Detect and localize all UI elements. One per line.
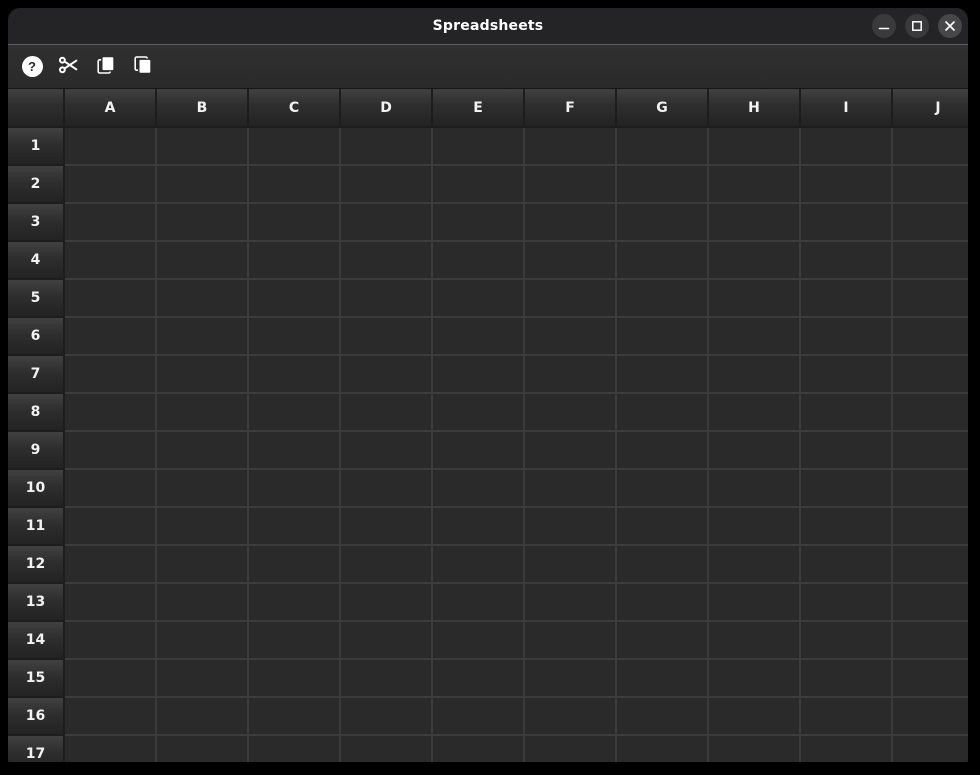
maximize-button[interactable]: [905, 14, 929, 38]
row-header-12[interactable]: 12: [8, 546, 63, 582]
column-header-F[interactable]: F: [525, 89, 615, 126]
cut-icon: [57, 53, 81, 80]
minimize-button[interactable]: [872, 14, 896, 38]
row-header-17[interactable]: 17: [8, 736, 63, 762]
row-header-16[interactable]: 16: [8, 698, 63, 734]
column-header-D[interactable]: D: [341, 89, 431, 126]
column-header-A[interactable]: A: [65, 89, 155, 126]
row-header-2[interactable]: 2: [8, 166, 63, 202]
column-header-H[interactable]: H: [709, 89, 799, 126]
copy-button[interactable]: [92, 53, 120, 81]
select-all-corner[interactable]: [8, 89, 63, 126]
column-header-B[interactable]: B: [157, 89, 247, 126]
column-header-E[interactable]: E: [433, 89, 523, 126]
window-title: Spreadsheets: [8, 18, 968, 34]
copy-icon: [94, 53, 118, 80]
row-header-5[interactable]: 5: [8, 280, 63, 316]
row-header-3[interactable]: 3: [8, 204, 63, 240]
maximize-icon: [911, 20, 923, 32]
close-icon: [944, 20, 956, 32]
column-header-I[interactable]: I: [801, 89, 891, 126]
row-header-11[interactable]: 11: [8, 508, 63, 544]
row-header-1[interactable]: 1: [8, 128, 63, 164]
column-header-C[interactable]: C: [249, 89, 339, 126]
cell-grid[interactable]: [65, 128, 968, 762]
app-window: Spreadsheets ?: [8, 8, 968, 762]
sheet-grid: ABCDEFGHIJ1234567891011121314151617: [8, 89, 968, 762]
titlebar: Spreadsheets: [8, 8, 968, 45]
desktop-background: { "window": { "title": "Spreadsheets", "…: [0, 0, 980, 775]
help-icon: ?: [22, 56, 43, 77]
paste-icon: [131, 53, 155, 80]
help-button[interactable]: ?: [18, 53, 46, 81]
close-button[interactable]: [938, 14, 962, 38]
row-header-7[interactable]: 7: [8, 356, 63, 392]
cut-button[interactable]: [55, 53, 83, 81]
row-header-6[interactable]: 6: [8, 318, 63, 354]
toolbar: ?: [8, 45, 968, 89]
column-header-G[interactable]: G: [617, 89, 707, 126]
row-header-4[interactable]: 4: [8, 242, 63, 278]
row-header-9[interactable]: 9: [8, 432, 63, 468]
window-controls: [872, 14, 968, 38]
row-header-15[interactable]: 15: [8, 660, 63, 696]
row-header-10[interactable]: 10: [8, 470, 63, 506]
row-header-13[interactable]: 13: [8, 584, 63, 620]
row-header-8[interactable]: 8: [8, 394, 63, 430]
column-header-J[interactable]: J: [893, 89, 968, 126]
row-header-14[interactable]: 14: [8, 622, 63, 658]
paste-button[interactable]: [129, 53, 157, 81]
minimize-icon: [878, 20, 890, 32]
